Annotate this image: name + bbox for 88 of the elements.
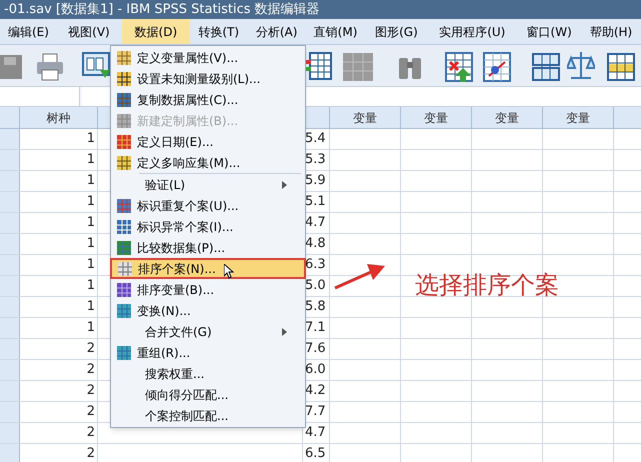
menu-item[interactable]: 定义日期(E)... [111, 131, 305, 152]
table-cell: 2 [20, 360, 98, 380]
menu-item[interactable]: 比较数据集(P)... [111, 237, 305, 258]
menu-item[interactable]: 倾向得分匹配... [111, 384, 305, 405]
save-icon[interactable] [0, 55, 22, 79]
menu-item[interactable]: 标识异常个案(I)... [111, 216, 305, 237]
menu-item[interactable]: 分析(A) [248, 19, 306, 44]
row-header[interactable] [0, 339, 20, 359]
menu-item[interactable]: 直销(M) [306, 19, 366, 44]
annotation-text: 选择排序个案 [415, 270, 559, 301]
table-cell: 2 [20, 381, 98, 401]
table-icon [116, 218, 132, 234]
table-icon [116, 50, 132, 66]
table-cell: 1 [20, 129, 98, 149]
table-icon [116, 112, 132, 128]
submenu-arrow-icon [282, 180, 287, 188]
menu-item[interactable]: 重组(R)... [111, 342, 305, 363]
insert-cases-icon[interactable] [445, 52, 473, 82]
split-table-icon[interactable] [532, 53, 560, 81]
table-cell: 1 [20, 297, 98, 317]
menu-item[interactable]: 转换(T) [190, 19, 248, 44]
table-icon [116, 240, 132, 256]
table-icon [116, 70, 132, 86]
table-icon [116, 198, 132, 214]
menu-item[interactable]: 验证(L) [111, 174, 305, 195]
row-header[interactable] [0, 129, 20, 149]
table-cell: 1 [20, 192, 98, 212]
scales-icon[interactable] [567, 50, 595, 82]
menu-item[interactable]: 数据(D) [122, 19, 190, 44]
table-cell: 1 [20, 213, 98, 233]
row-header[interactable] [0, 297, 20, 317]
menu-item[interactable]: 变换(N)... [111, 300, 305, 321]
highlighted-table-icon[interactable] [607, 53, 635, 81]
arrow [333, 262, 387, 292]
table-cell: 6.5 [303, 444, 330, 462]
row-header[interactable] [0, 171, 20, 191]
row-header[interactable] [0, 213, 20, 233]
row-header[interactable] [0, 402, 20, 422]
menu-item[interactable]: 视图(V) [56, 19, 122, 44]
printer-icon[interactable] [36, 53, 64, 81]
menu-item[interactable]: 图形(G) [365, 19, 428, 44]
table-icon [116, 134, 132, 150]
menu-item[interactable]: 排序个案(N)... [110, 258, 306, 279]
table-icon [116, 154, 132, 170]
table-cell: 2 [20, 423, 98, 443]
row-header[interactable] [0, 318, 20, 338]
table-cell: 1 [20, 318, 98, 338]
row-header[interactable] [0, 234, 20, 254]
cursor-icon [224, 264, 234, 279]
menu-item[interactable]: 复制数据属性(C)... [111, 89, 305, 110]
grid-icon[interactable] [343, 53, 373, 81]
menu-item[interactable]: 定义多响应集(M)... [111, 152, 305, 173]
submenu-arrow-icon [282, 328, 287, 336]
table-icon [117, 260, 133, 276]
table-cell: 1 [20, 171, 98, 191]
table-cell: 1 [20, 276, 98, 296]
row-header[interactable] [0, 381, 20, 401]
table-icon [116, 344, 132, 360]
chart-table-icon[interactable] [483, 52, 511, 82]
menu-item[interactable]: 定义变量属性(V)... [111, 47, 305, 68]
row-header[interactable] [0, 276, 20, 296]
table-icon [116, 282, 132, 298]
table-cell: 1 [20, 255, 98, 275]
row-header[interactable] [0, 360, 20, 380]
row-header[interactable] [0, 192, 20, 212]
menu-item[interactable]: 排序变量(B)... [111, 279, 305, 300]
menu-item[interactable]: 实用程序(U) [427, 19, 518, 44]
table-cell: 1 [20, 234, 98, 254]
table-cell: 2 [20, 402, 98, 422]
menu-item[interactable]: 标识重复个案(U)... [111, 195, 305, 216]
menu-item[interactable]: 编辑(E) [0, 19, 56, 44]
menu-item[interactable]: 窗口(W) [517, 19, 582, 44]
menu-item[interactable]: 帮助(H) [581, 19, 641, 44]
row-header[interactable] [0, 444, 20, 462]
menu-item[interactable]: 个案控制匹配... [111, 405, 305, 426]
table-icon [116, 92, 132, 108]
menu-item[interactable]: 设置未知测量级别(L)... [111, 68, 305, 89]
table-cell: 2 [20, 444, 98, 462]
window-title: -01.sav [数据集1] - IBM SPSS Statistics 数据编辑器 [4, 0, 320, 19]
row-header[interactable] [0, 423, 20, 443]
table-cell: 1 [20, 150, 98, 170]
table-icon[interactable] [306, 52, 332, 80]
table-icon [116, 302, 132, 318]
table-cell: 2 [20, 339, 98, 359]
menu-item[interactable]: 搜索权重... [111, 363, 305, 384]
row-header[interactable] [0, 255, 20, 275]
row-header[interactable] [0, 150, 20, 170]
menu-item[interactable]: 合并文件(G) [111, 321, 305, 342]
